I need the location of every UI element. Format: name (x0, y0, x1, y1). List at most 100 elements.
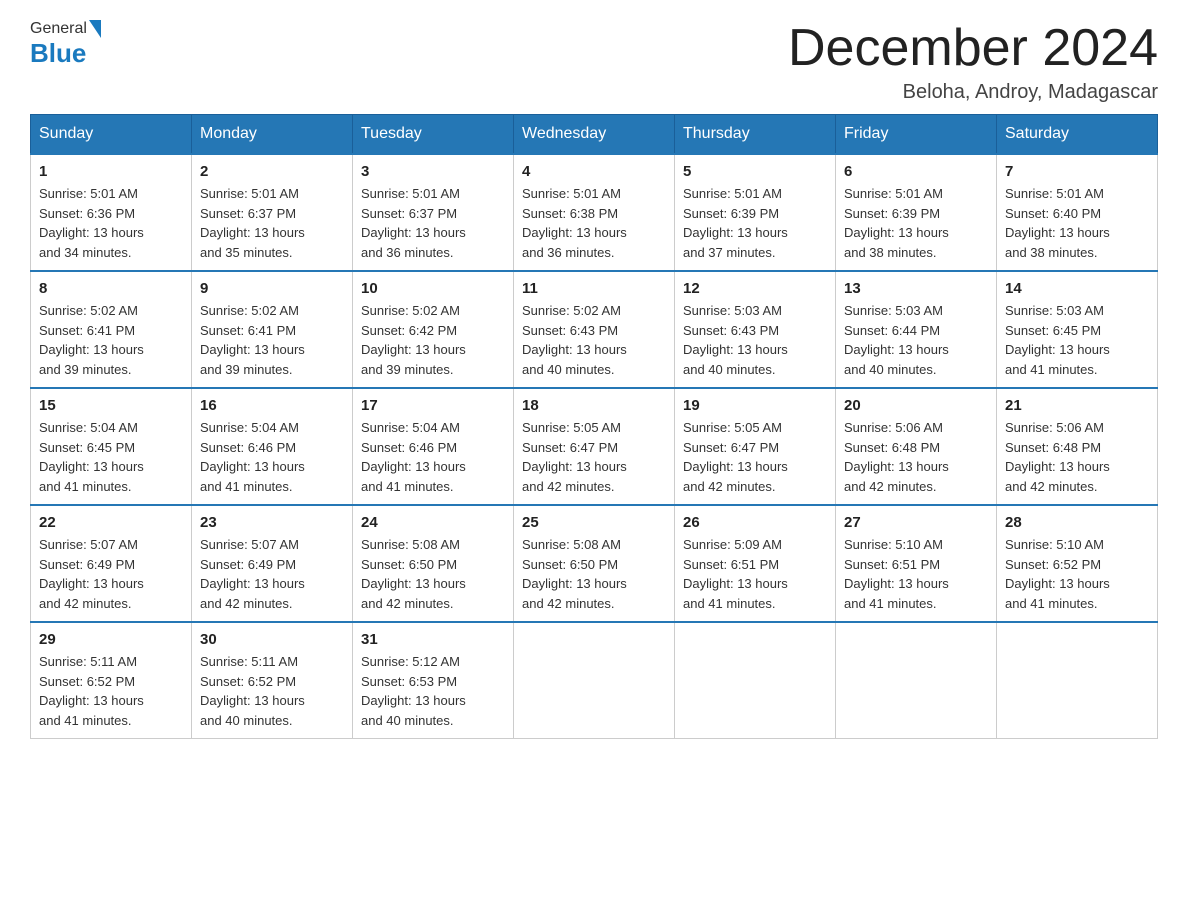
day-info: Sunrise: 5:09 AMSunset: 6:51 PMDaylight:… (683, 535, 827, 613)
day-info: Sunrise: 5:01 AMSunset: 6:36 PMDaylight:… (39, 184, 183, 262)
day-number: 11 (522, 280, 666, 297)
day-info: Sunrise: 5:01 AMSunset: 6:40 PMDaylight:… (1005, 184, 1149, 262)
day-info: Sunrise: 5:08 AMSunset: 6:50 PMDaylight:… (361, 535, 505, 613)
calendar-day-10: 10 Sunrise: 5:02 AMSunset: 6:42 PMDaylig… (353, 271, 514, 388)
calendar-day-28: 28 Sunrise: 5:10 AMSunset: 6:52 PMDaylig… (997, 505, 1158, 622)
calendar-table: SundayMondayTuesdayWednesdayThursdayFrid… (30, 114, 1158, 739)
calendar-day-6: 6 Sunrise: 5:01 AMSunset: 6:39 PMDayligh… (836, 154, 997, 271)
calendar-day-2: 2 Sunrise: 5:01 AMSunset: 6:37 PMDayligh… (192, 154, 353, 271)
calendar-day-4: 4 Sunrise: 5:01 AMSunset: 6:38 PMDayligh… (514, 154, 675, 271)
page-header: General Blue December 2024 Beloha, Andro… (30, 20, 1158, 104)
calendar-day-3: 3 Sunrise: 5:01 AMSunset: 6:37 PMDayligh… (353, 154, 514, 271)
empty-cell (675, 622, 836, 739)
weekday-header-thursday: Thursday (675, 115, 836, 155)
calendar-day-11: 11 Sunrise: 5:02 AMSunset: 6:43 PMDaylig… (514, 271, 675, 388)
day-number: 25 (522, 514, 666, 531)
weekday-header-tuesday: Tuesday (353, 115, 514, 155)
calendar-day-24: 24 Sunrise: 5:08 AMSunset: 6:50 PMDaylig… (353, 505, 514, 622)
day-number: 5 (683, 163, 827, 180)
calendar-day-31: 31 Sunrise: 5:12 AMSunset: 6:53 PMDaylig… (353, 622, 514, 739)
day-info: Sunrise: 5:03 AMSunset: 6:45 PMDaylight:… (1005, 301, 1149, 379)
day-info: Sunrise: 5:08 AMSunset: 6:50 PMDaylight:… (522, 535, 666, 613)
day-info: Sunrise: 5:04 AMSunset: 6:45 PMDaylight:… (39, 418, 183, 496)
day-number: 26 (683, 514, 827, 531)
day-info: Sunrise: 5:04 AMSunset: 6:46 PMDaylight:… (361, 418, 505, 496)
day-number: 12 (683, 280, 827, 297)
day-info: Sunrise: 5:12 AMSunset: 6:53 PMDaylight:… (361, 652, 505, 730)
day-info: Sunrise: 5:05 AMSunset: 6:47 PMDaylight:… (683, 418, 827, 496)
day-number: 2 (200, 163, 344, 180)
calendar-day-22: 22 Sunrise: 5:07 AMSunset: 6:49 PMDaylig… (31, 505, 192, 622)
day-number: 15 (39, 397, 183, 414)
empty-cell (514, 622, 675, 739)
day-number: 3 (361, 163, 505, 180)
empty-cell (836, 622, 997, 739)
day-info: Sunrise: 5:05 AMSunset: 6:47 PMDaylight:… (522, 418, 666, 496)
day-number: 23 (200, 514, 344, 531)
day-number: 24 (361, 514, 505, 531)
day-info: Sunrise: 5:06 AMSunset: 6:48 PMDaylight:… (1005, 418, 1149, 496)
day-number: 6 (844, 163, 988, 180)
day-number: 29 (39, 631, 183, 648)
day-info: Sunrise: 5:10 AMSunset: 6:52 PMDaylight:… (1005, 535, 1149, 613)
empty-cell (997, 622, 1158, 739)
logo-arrow-icon (89, 20, 101, 38)
calendar-day-20: 20 Sunrise: 5:06 AMSunset: 6:48 PMDaylig… (836, 388, 997, 505)
calendar-day-7: 7 Sunrise: 5:01 AMSunset: 6:40 PMDayligh… (997, 154, 1158, 271)
day-info: Sunrise: 5:03 AMSunset: 6:44 PMDaylight:… (844, 301, 988, 379)
logo-blue-text: Blue (30, 38, 86, 69)
weekday-header-saturday: Saturday (997, 115, 1158, 155)
calendar-day-15: 15 Sunrise: 5:04 AMSunset: 6:45 PMDaylig… (31, 388, 192, 505)
calendar-day-13: 13 Sunrise: 5:03 AMSunset: 6:44 PMDaylig… (836, 271, 997, 388)
day-number: 7 (1005, 163, 1149, 180)
calendar-day-27: 27 Sunrise: 5:10 AMSunset: 6:51 PMDaylig… (836, 505, 997, 622)
title-block: December 2024 Beloha, Androy, Madagascar (788, 20, 1158, 104)
weekday-header-friday: Friday (836, 115, 997, 155)
day-info: Sunrise: 5:10 AMSunset: 6:51 PMDaylight:… (844, 535, 988, 613)
weekday-header-sunday: Sunday (31, 115, 192, 155)
logo-general-text: General (30, 20, 87, 38)
day-info: Sunrise: 5:07 AMSunset: 6:49 PMDaylight:… (39, 535, 183, 613)
day-info: Sunrise: 5:01 AMSunset: 6:37 PMDaylight:… (200, 184, 344, 262)
day-info: Sunrise: 5:04 AMSunset: 6:46 PMDaylight:… (200, 418, 344, 496)
day-info: Sunrise: 5:02 AMSunset: 6:41 PMDaylight:… (39, 301, 183, 379)
day-number: 31 (361, 631, 505, 648)
weekday-header-monday: Monday (192, 115, 353, 155)
day-number: 27 (844, 514, 988, 531)
day-number: 16 (200, 397, 344, 414)
day-number: 28 (1005, 514, 1149, 531)
day-info: Sunrise: 5:02 AMSunset: 6:42 PMDaylight:… (361, 301, 505, 379)
calendar-day-17: 17 Sunrise: 5:04 AMSunset: 6:46 PMDaylig… (353, 388, 514, 505)
location-subtitle: Beloha, Androy, Madagascar (788, 81, 1158, 104)
day-number: 1 (39, 163, 183, 180)
day-info: Sunrise: 5:01 AMSunset: 6:39 PMDaylight:… (844, 184, 988, 262)
calendar-day-9: 9 Sunrise: 5:02 AMSunset: 6:41 PMDayligh… (192, 271, 353, 388)
calendar-day-8: 8 Sunrise: 5:02 AMSunset: 6:41 PMDayligh… (31, 271, 192, 388)
day-info: Sunrise: 5:11 AMSunset: 6:52 PMDaylight:… (200, 652, 344, 730)
calendar-day-23: 23 Sunrise: 5:07 AMSunset: 6:49 PMDaylig… (192, 505, 353, 622)
day-info: Sunrise: 5:01 AMSunset: 6:38 PMDaylight:… (522, 184, 666, 262)
day-info: Sunrise: 5:07 AMSunset: 6:49 PMDaylight:… (200, 535, 344, 613)
day-info: Sunrise: 5:03 AMSunset: 6:43 PMDaylight:… (683, 301, 827, 379)
day-number: 17 (361, 397, 505, 414)
day-info: Sunrise: 5:01 AMSunset: 6:39 PMDaylight:… (683, 184, 827, 262)
calendar-day-12: 12 Sunrise: 5:03 AMSunset: 6:43 PMDaylig… (675, 271, 836, 388)
day-number: 4 (522, 163, 666, 180)
day-info: Sunrise: 5:11 AMSunset: 6:52 PMDaylight:… (39, 652, 183, 730)
day-number: 9 (200, 280, 344, 297)
calendar-day-16: 16 Sunrise: 5:04 AMSunset: 6:46 PMDaylig… (192, 388, 353, 505)
day-number: 21 (1005, 397, 1149, 414)
day-info: Sunrise: 5:01 AMSunset: 6:37 PMDaylight:… (361, 184, 505, 262)
calendar-day-25: 25 Sunrise: 5:08 AMSunset: 6:50 PMDaylig… (514, 505, 675, 622)
calendar-day-18: 18 Sunrise: 5:05 AMSunset: 6:47 PMDaylig… (514, 388, 675, 505)
day-info: Sunrise: 5:06 AMSunset: 6:48 PMDaylight:… (844, 418, 988, 496)
day-number: 30 (200, 631, 344, 648)
calendar-day-29: 29 Sunrise: 5:11 AMSunset: 6:52 PMDaylig… (31, 622, 192, 739)
day-info: Sunrise: 5:02 AMSunset: 6:41 PMDaylight:… (200, 301, 344, 379)
day-info: Sunrise: 5:02 AMSunset: 6:43 PMDaylight:… (522, 301, 666, 379)
day-number: 18 (522, 397, 666, 414)
day-number: 10 (361, 280, 505, 297)
day-number: 14 (1005, 280, 1149, 297)
calendar-day-19: 19 Sunrise: 5:05 AMSunset: 6:47 PMDaylig… (675, 388, 836, 505)
calendar-day-21: 21 Sunrise: 5:06 AMSunset: 6:48 PMDaylig… (997, 388, 1158, 505)
